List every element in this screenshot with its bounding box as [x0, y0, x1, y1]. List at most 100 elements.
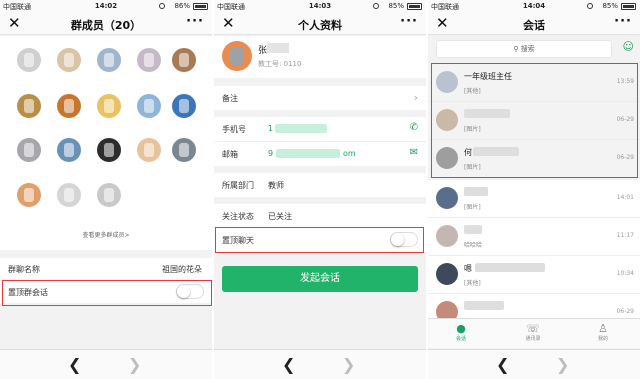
chat-name: 嗯	[464, 264, 472, 273]
name-redaction	[464, 225, 482, 234]
member-avatar[interactable]	[17, 183, 41, 207]
mail-icon[interactable]: ✉	[410, 147, 418, 158]
department-row: 所属部门 教师	[214, 173, 426, 197]
name-redaction	[464, 301, 504, 310]
alarm-icon	[587, 3, 593, 9]
chat-time: 11:17	[616, 232, 634, 239]
name-redaction	[464, 187, 488, 196]
member-avatar[interactable]	[57, 138, 81, 162]
group-name-value: 祖国的花朵	[162, 265, 202, 274]
phone-icon[interactable]: ✆	[410, 122, 418, 133]
member-avatar[interactable]	[17, 94, 41, 118]
phone-value[interactable]: 1	[268, 124, 273, 133]
email-value[interactable]: 9	[268, 149, 273, 158]
browser-nav-bar: ❮ ❯	[428, 349, 640, 379]
highlight-box	[2, 280, 212, 306]
member-avatar[interactable]	[137, 48, 161, 72]
tab-chats[interactable]: ● 会话	[436, 322, 486, 342]
tab-label: 我的	[597, 336, 608, 342]
battery-icon	[407, 3, 422, 10]
member-avatar[interactable]	[57, 94, 81, 118]
phone-row: 手机号 1 ✆	[214, 117, 426, 141]
phone-redaction	[275, 124, 327, 133]
chats-screen: 中国联通 14:04 85% ✕ 会话 ··· ⚲ 搜索 ☺ 一年级班主任 [其…	[428, 0, 640, 379]
member-avatar[interactable]	[57, 48, 81, 72]
chat-item[interactable]: 嗯 [其他] 10:34	[428, 256, 640, 294]
remark-row[interactable]: 备注 ›	[214, 86, 426, 110]
highlight-box	[215, 227, 424, 253]
member-avatar[interactable]	[17, 138, 41, 162]
chat-time: 06-29	[616, 308, 634, 315]
member-avatar[interactable]	[137, 94, 161, 118]
email-label: 邮箱	[222, 150, 238, 159]
contacts-icon[interactable]: ☺	[623, 40, 634, 53]
contacts-book-icon: ☏	[526, 322, 540, 335]
profile-name: 张	[258, 46, 268, 56]
follow-row: 关注状态 已关注	[214, 204, 426, 228]
battery-icon	[621, 3, 636, 10]
member-avatar[interactable]	[172, 48, 196, 72]
tab-contacts[interactable]: ☏ 通讯录	[508, 322, 558, 342]
start-chat-button[interactable]: 发起会话	[222, 266, 418, 292]
department-label: 所属部门	[222, 181, 254, 190]
chevron-right-icon: ›	[413, 91, 418, 104]
status-bar: 中国联通 14:04 85%	[428, 0, 640, 13]
tab-label: 通讯录	[525, 336, 541, 342]
follow-value: 已关注	[268, 212, 292, 221]
member-avatar[interactable]	[137, 138, 161, 162]
chevron-right-icon[interactable]: ❯	[128, 355, 141, 374]
follow-label: 关注状态	[222, 212, 254, 221]
member-avatar[interactable]	[97, 48, 121, 72]
tab-me[interactable]: ♙ 我的	[578, 322, 628, 342]
email-suffix: om	[343, 149, 356, 158]
email-row: 邮箱 9 om ✉	[214, 142, 426, 166]
status-bar: 中国联通 14:02 86%	[0, 0, 212, 13]
highlight-box	[431, 63, 638, 178]
browser-nav-bar: ❮ ❯	[214, 349, 426, 379]
battery-percent: 85%	[602, 2, 618, 10]
battery-percent: 86%	[174, 2, 190, 10]
search-icon: ⚲	[513, 45, 519, 53]
chat-item[interactable]: [图片] 14:01	[428, 180, 640, 218]
battery-percent: 85%	[388, 2, 404, 10]
group-name-row[interactable]: 群聊名称 祖国的花朵	[0, 258, 212, 280]
profile-header: 张 教工号: 0110	[214, 36, 426, 78]
page-title: 个人资料	[298, 19, 342, 32]
member-avatar[interactable]	[17, 48, 41, 72]
avatar[interactable]	[222, 41, 252, 71]
member-avatar[interactable]	[57, 183, 81, 207]
search-placeholder: 搜索	[520, 45, 535, 53]
profile-screen: 中国联通 14:03 85% ✕ 个人资料 ··· 张 教工号: 0110 备注…	[214, 0, 426, 379]
browser-nav-bar: ❮ ❯	[0, 349, 212, 379]
more-icon[interactable]: ···	[614, 14, 632, 29]
chevron-right-icon[interactable]: ❯	[556, 355, 569, 374]
group-name-label: 群聊名称	[8, 265, 40, 274]
more-icon[interactable]: ···	[400, 14, 418, 29]
avatar	[436, 263, 458, 285]
member-avatar[interactable]	[172, 94, 196, 118]
chat-item[interactable]: 哈哈哈 11:17	[428, 218, 640, 256]
chevron-left-icon[interactable]: ❮	[496, 355, 509, 374]
email-redaction	[276, 149, 340, 158]
view-more-members-link[interactable]: 查看更多群成员>	[0, 230, 212, 239]
chevron-right-icon[interactable]: ❯	[342, 355, 355, 374]
alarm-icon	[373, 3, 379, 9]
member-avatar[interactable]	[97, 183, 121, 207]
more-icon[interactable]: ···	[186, 14, 204, 29]
tab-bar: ● 会话 ☏ 通讯录 ♙ 我的	[428, 318, 640, 348]
battery-icon	[193, 3, 208, 10]
chevron-left-icon[interactable]: ❮	[68, 355, 81, 374]
phone-label: 手机号	[222, 125, 246, 134]
person-icon: ♙	[598, 322, 608, 335]
member-avatar[interactable]	[97, 138, 121, 162]
chat-time: 14:01	[616, 194, 634, 201]
member-avatar[interactable]	[172, 138, 196, 162]
chat-icon: ●	[456, 322, 466, 335]
department-value: 教师	[268, 181, 284, 190]
member-avatar[interactable]	[97, 94, 121, 118]
status-bar: 中国联通 14:03 85%	[214, 0, 426, 13]
search-input[interactable]: ⚲ 搜索	[436, 40, 612, 58]
staff-number: 教工号: 0110	[258, 60, 302, 68]
chevron-left-icon[interactable]: ❮	[282, 355, 295, 374]
chat-time: 10:34	[616, 270, 634, 277]
